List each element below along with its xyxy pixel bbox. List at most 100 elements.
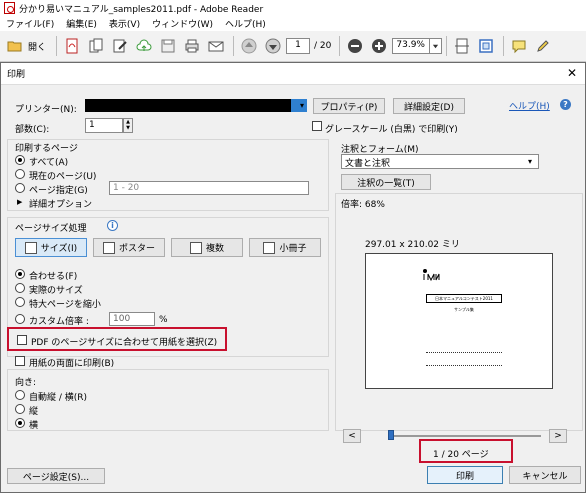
comments-chevron-down-icon[interactable]: ▾ bbox=[525, 154, 535, 169]
advanced-button[interactable]: 詳細設定(D) bbox=[393, 98, 465, 114]
comment-icon[interactable] bbox=[508, 35, 530, 57]
window-title: 分かり易いマニュアル_samples2011.pdf - Adobe Reade… bbox=[19, 4, 264, 15]
radio-all-pages[interactable] bbox=[15, 155, 25, 165]
copies-stepper[interactable]: ▲ ▼ bbox=[123, 118, 133, 133]
manual-contest-logo-icon bbox=[423, 269, 440, 282]
orientation-title: 向き: bbox=[15, 378, 37, 388]
preview-slider-track[interactable] bbox=[391, 435, 541, 437]
cancel-button[interactable]: キャンセル bbox=[509, 466, 581, 484]
booklet-icon bbox=[263, 241, 276, 254]
fit-page-icon[interactable] bbox=[475, 35, 497, 57]
toolbar-separator bbox=[503, 36, 505, 56]
page-number-input[interactable]: 1 bbox=[286, 38, 311, 54]
dialog-titlebar: 印刷 bbox=[1, 63, 585, 85]
close-icon[interactable]: ✕ bbox=[565, 66, 579, 80]
tab-size[interactable]: サイズ(I) bbox=[15, 238, 87, 257]
preview-next-button[interactable]: > bbox=[549, 429, 567, 443]
toolbar-separator bbox=[446, 36, 448, 56]
radio-landscape-label: 横 bbox=[29, 421, 39, 431]
zoom-in-icon[interactable] bbox=[368, 35, 390, 57]
comments-summary-button[interactable]: 注釈の一覧(T) bbox=[341, 174, 431, 190]
menu-help[interactable]: ヘルプ(H) bbox=[225, 17, 266, 30]
menu-file[interactable]: ファイル(F) bbox=[6, 17, 54, 30]
copies-input[interactable]: 1 bbox=[85, 118, 123, 133]
help-icon[interactable]: ? bbox=[560, 99, 571, 110]
cloud-upload-icon[interactable] bbox=[133, 35, 155, 57]
open-label[interactable]: 開く bbox=[28, 40, 46, 53]
radio-custom-scale-label: カスタム倍率 : bbox=[29, 317, 89, 327]
expand-triangle-icon[interactable]: ▶ bbox=[17, 198, 22, 206]
copies-label: 部数(C): bbox=[15, 125, 50, 135]
open-folder-icon[interactable] bbox=[4, 35, 26, 57]
radio-fit[interactable] bbox=[15, 269, 25, 279]
stepper-down-icon[interactable]: ▼ bbox=[124, 126, 132, 133]
menu-bar: ファイル(F) 編集(E) 表示(V) ウィンドウ(W) ヘルプ(H) bbox=[0, 16, 586, 31]
zoom-out-icon[interactable] bbox=[344, 35, 366, 57]
radio-auto-orientation[interactable] bbox=[15, 390, 25, 400]
menu-window[interactable]: ウィンドウ(W) bbox=[152, 17, 213, 30]
info-icon[interactable]: i bbox=[107, 220, 118, 231]
tab-booklet-label: 小冊子 bbox=[279, 244, 307, 254]
grayscale-label: グレースケール (白黒) で印刷(Y) bbox=[325, 125, 458, 135]
preview-prev-button[interactable]: < bbox=[343, 429, 361, 443]
tab-poster-label: ポスター bbox=[118, 244, 155, 254]
prev-page-icon[interactable] bbox=[238, 35, 260, 57]
next-page-icon[interactable] bbox=[262, 35, 284, 57]
page-range-input[interactable]: 1 - 20 bbox=[109, 181, 309, 195]
radio-page-range-label: ページ指定(G) bbox=[29, 186, 88, 196]
email-icon[interactable] bbox=[205, 35, 227, 57]
menu-view[interactable]: 表示(V) bbox=[109, 17, 140, 30]
radio-custom-scale[interactable] bbox=[15, 314, 25, 324]
tab-poster[interactable]: ポスター bbox=[93, 238, 165, 257]
edit-document-icon[interactable] bbox=[109, 35, 131, 57]
highlight-box bbox=[7, 327, 227, 351]
tab-booklet[interactable]: 小冊子 bbox=[249, 238, 321, 257]
size-icon bbox=[24, 241, 37, 254]
radio-landscape[interactable] bbox=[15, 418, 25, 428]
radio-current-page[interactable] bbox=[15, 169, 25, 179]
highlight-icon[interactable] bbox=[532, 35, 554, 57]
custom-scale-input[interactable]: 100 bbox=[109, 312, 155, 326]
window-titlebar: 分かり易いマニュアル_samples2011.pdf - Adobe Reade… bbox=[0, 0, 586, 16]
fit-width-icon[interactable] bbox=[451, 35, 473, 57]
more-options-label[interactable]: 詳細オプション bbox=[29, 197, 92, 210]
radio-portrait-label: 縦 bbox=[29, 407, 39, 417]
radio-portrait[interactable] bbox=[15, 404, 25, 414]
custom-scale-unit: % bbox=[159, 315, 168, 325]
preview-slider-thumb[interactable] bbox=[388, 430, 394, 440]
help-link[interactable]: ヘルプ(H) bbox=[509, 99, 550, 112]
tab-multiple[interactable]: 複数 bbox=[171, 238, 243, 257]
radio-auto-orientation-label: 自動縦 / 横(R) bbox=[29, 393, 88, 403]
radio-fit-label: 合わせる(F) bbox=[29, 272, 78, 282]
tab-multiple-label: 複数 bbox=[205, 244, 224, 254]
preview-size-label: 297.01 x 210.02 ミリ bbox=[365, 240, 460, 250]
duplex-checkbox[interactable] bbox=[15, 356, 25, 366]
radio-current-page-label: 現在のページ(U) bbox=[29, 172, 97, 182]
create-pdf-icon[interactable] bbox=[61, 35, 83, 57]
poster-icon bbox=[102, 241, 115, 254]
radio-all-pages-label: すべて(A) bbox=[29, 158, 69, 168]
grayscale-checkbox[interactable] bbox=[312, 121, 322, 131]
page-count: / 20 bbox=[314, 41, 332, 51]
page-setup-button[interactable]: ページ設定(S)... bbox=[7, 468, 105, 484]
radio-actual-size[interactable] bbox=[15, 283, 25, 293]
radio-page-range[interactable] bbox=[15, 183, 25, 193]
combine-files-icon[interactable] bbox=[85, 35, 107, 57]
printer-label: プリンター(N): bbox=[15, 105, 77, 115]
printer-chevron-down-icon[interactable]: ▾ bbox=[297, 98, 307, 113]
print-button[interactable]: 印刷 bbox=[427, 466, 503, 484]
printer-select[interactable] bbox=[85, 99, 291, 112]
zoom-dropdown-chevron-icon[interactable] bbox=[430, 38, 443, 54]
radio-shrink-oversized-label: 特大ページを縮小 bbox=[29, 300, 101, 310]
radio-shrink-oversized[interactable] bbox=[15, 297, 25, 307]
save-icon[interactable] bbox=[157, 35, 179, 57]
preview-heading: 日本マニュアルコンテスト2011 bbox=[426, 294, 502, 303]
sizing-section-title: ページサイズ処理 bbox=[15, 224, 87, 234]
comments-select[interactable]: 文書と注釈 bbox=[341, 154, 539, 169]
zoom-level-input[interactable]: 73.9% bbox=[392, 38, 431, 54]
adobe-reader-icon bbox=[4, 2, 15, 14]
duplex-label: 用紙の両面に印刷(B) bbox=[29, 359, 115, 369]
print-icon[interactable] bbox=[181, 35, 203, 57]
menu-edit[interactable]: 編集(E) bbox=[66, 17, 97, 30]
properties-button[interactable]: プロパティ(P) bbox=[313, 98, 385, 114]
